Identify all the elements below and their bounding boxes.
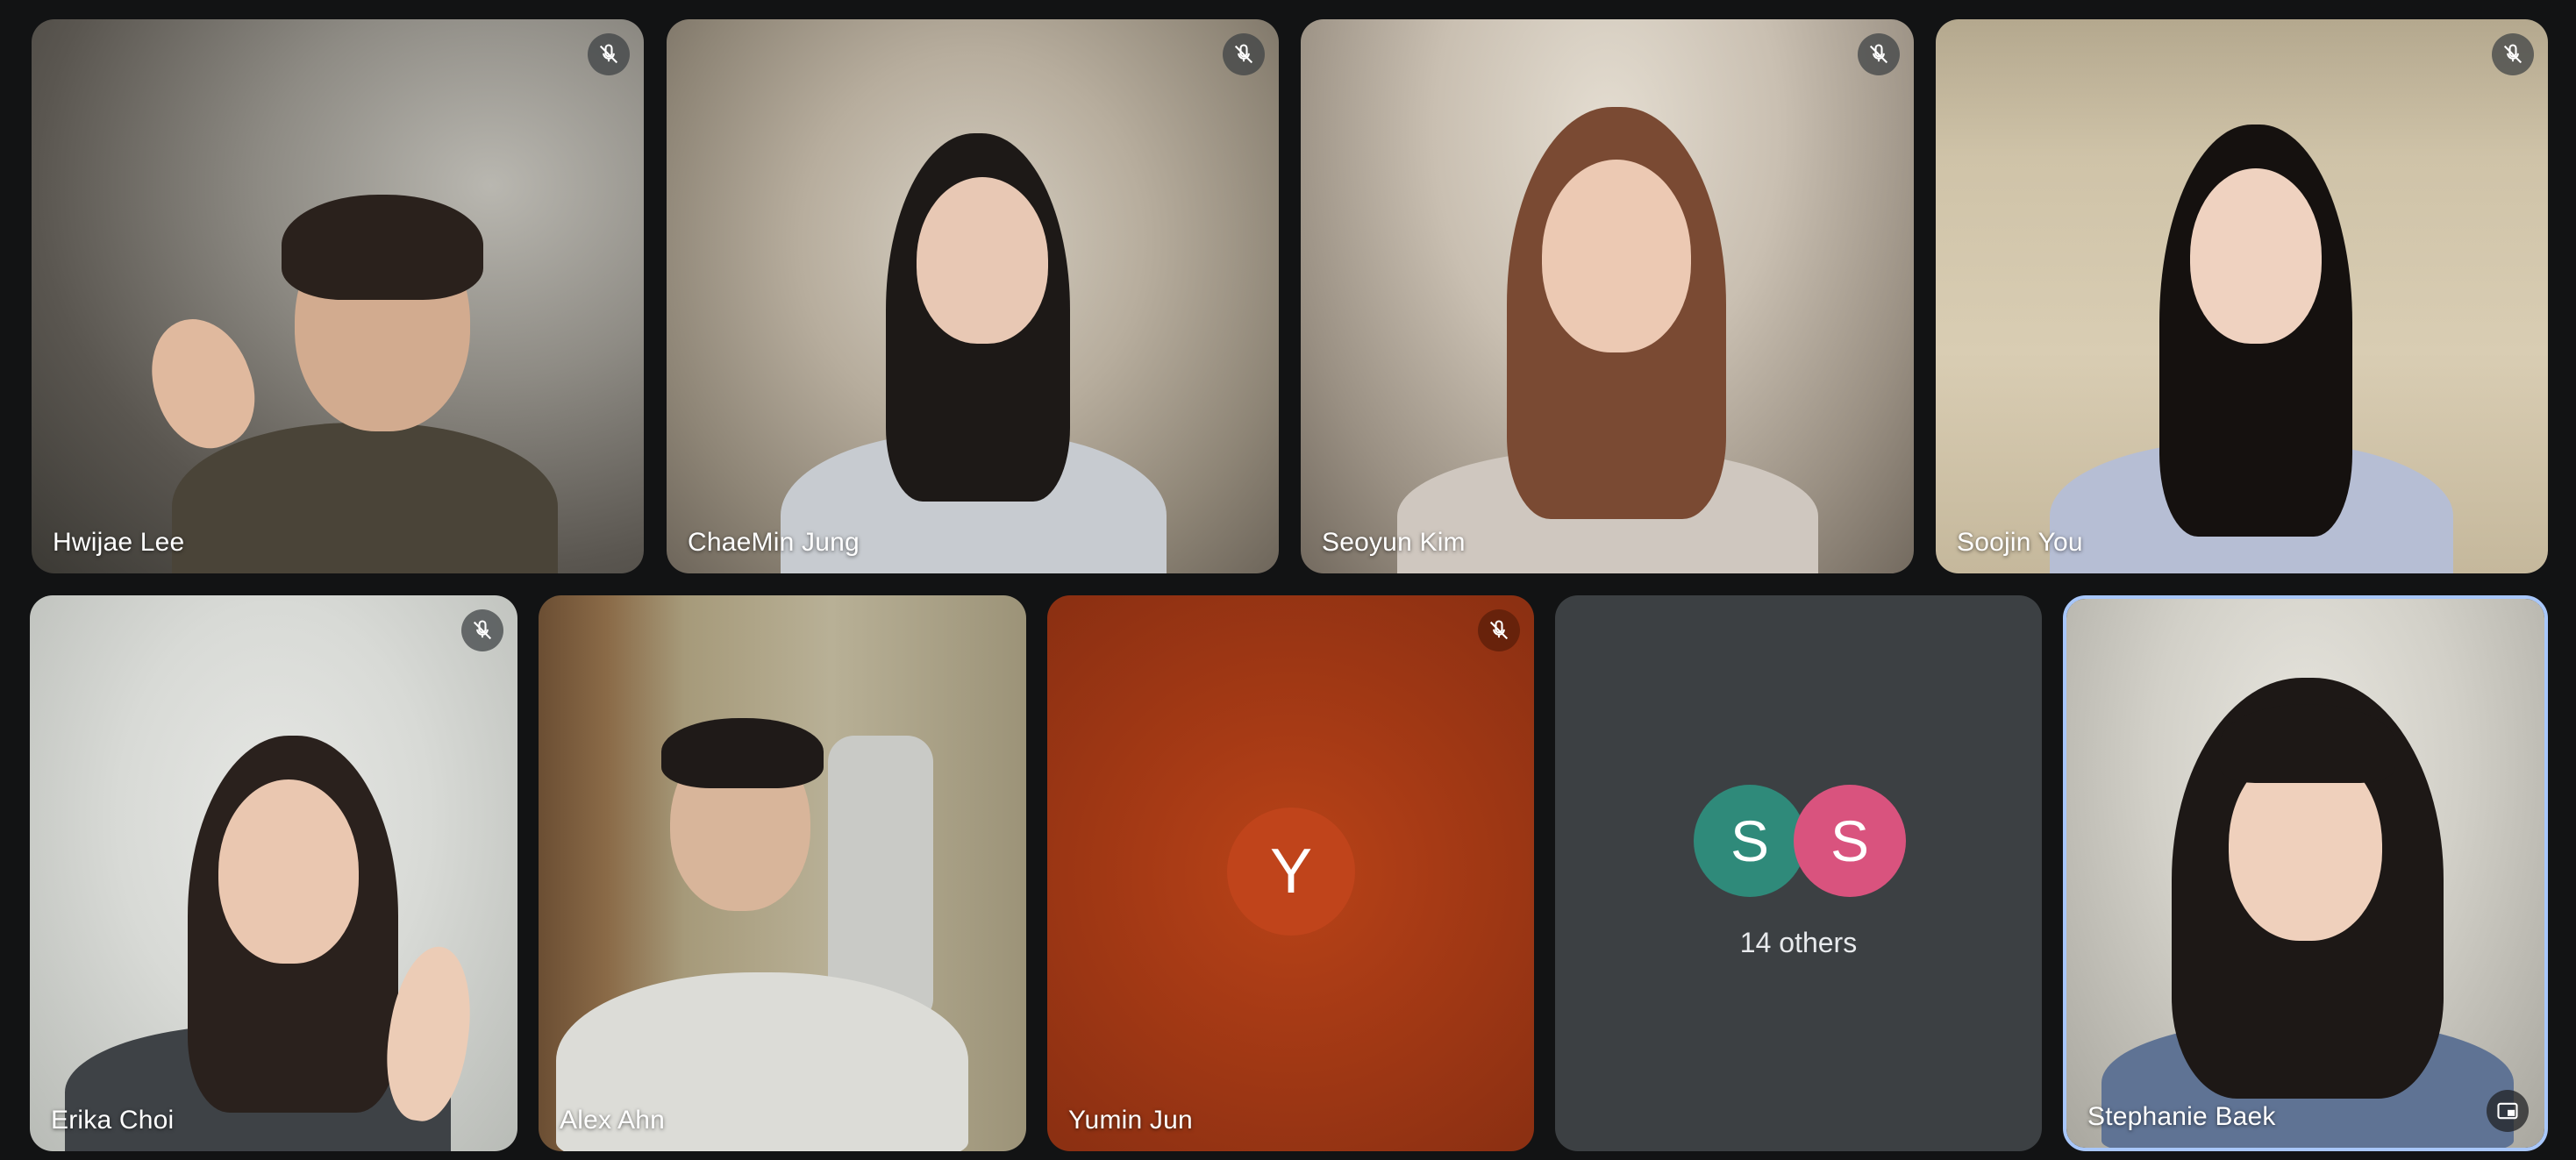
participant-name: ChaeMin Jung [688,528,860,557]
mic-off-icon [1858,33,1900,75]
participant-tile-yumin-jun[interactable]: Y Yumin Jun [1047,595,1534,1151]
participant-tile-soojin-you[interactable]: Soojin You [1936,19,2548,573]
participant-name: Stephanie Baek [2087,1102,2276,1131]
mic-off-icon [1223,33,1265,75]
participant-figure [754,116,1193,573]
participant-name: Hwijae Lee [53,528,185,557]
participant-name: Seoyun Kim [1322,528,1466,557]
participant-figure [134,160,593,573]
participant-avatar: Y [1227,808,1355,936]
participant-tile-alex-ahn[interactable]: Alex Ahn [539,595,1026,1151]
others-avatar: S [1794,785,1906,897]
mic-off-icon [1478,609,1520,651]
participant-tile-stephanie-baek[interactable]: Stephanie Baek [2063,595,2548,1151]
mic-off-icon [461,609,503,651]
meeting-grid: Hwijae Lee ChaeMin Jung Seoyun Kim Sooji… [0,0,2576,1160]
participant-figure [1380,98,1836,573]
participant-name: Yumin Jun [1068,1106,1193,1135]
participant-figure [556,674,1012,1151]
participant-tile-erika-choi[interactable]: Erika Choi [30,595,517,1151]
participant-tile-hwijae-lee[interactable]: Hwijae Lee [32,19,644,573]
participant-name: Erika Choi [51,1106,175,1135]
mic-off-icon [588,33,630,75]
mic-off-icon [2492,33,2534,75]
others-count-label: 14 others [1739,927,1858,958]
others-avatar: S [1694,785,1806,897]
picture-in-picture-icon[interactable] [2487,1090,2529,1132]
participant-name: Alex Ahn [560,1106,666,1135]
participant-tile-chaemin-jung[interactable]: ChaeMin Jung [667,19,1279,573]
participant-figure [65,727,503,1151]
others-tile[interactable]: S S 14 others [1555,595,2042,1151]
participant-figure [2041,107,2462,573]
participant-figure [2075,669,2540,1148]
participant-name: Soojin You [1957,528,2083,557]
participant-tile-seoyun-kim[interactable]: Seoyun Kim [1301,19,1914,573]
